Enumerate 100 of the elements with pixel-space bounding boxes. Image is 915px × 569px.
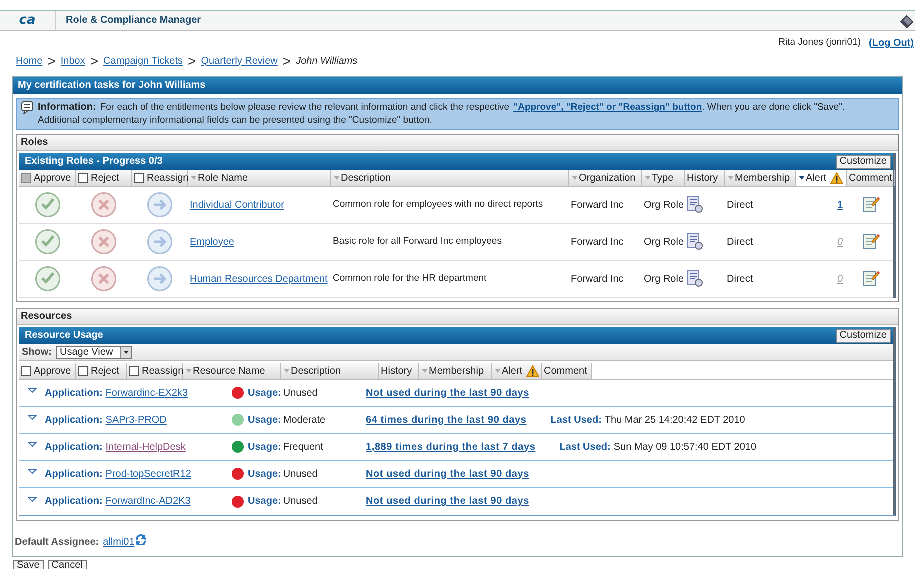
comment-icon[interactable] xyxy=(862,270,880,288)
checkbox[interactable] xyxy=(134,173,144,183)
usage-value: Unused xyxy=(283,495,318,509)
comment-icon[interactable] xyxy=(862,196,880,214)
expand-icon[interactable] xyxy=(28,442,36,447)
warning-icon xyxy=(830,172,843,184)
column-header: Approve xyxy=(34,364,72,378)
history-icon[interactable] xyxy=(687,270,704,288)
expand-icon[interactable] xyxy=(28,415,36,420)
resource-link[interactable]: Internal-HelpDesk xyxy=(106,440,186,454)
usage-value: Moderate xyxy=(283,414,326,428)
history-icon[interactable] xyxy=(687,196,704,214)
app-logo: ca xyxy=(19,14,36,27)
usage-count-link[interactable]: Not used during the last 90 days xyxy=(366,386,530,400)
alert-count-link[interactable]: 1 xyxy=(837,198,843,212)
info-text: . When you are done click "Save". xyxy=(702,101,846,114)
checkbox[interactable] xyxy=(21,366,31,376)
usage-value: Unused xyxy=(283,386,318,400)
expand-icon[interactable] xyxy=(28,469,36,474)
form-button[interactable]: Save xyxy=(13,560,44,569)
checkbox[interactable] xyxy=(78,366,88,376)
message-icon xyxy=(21,101,34,114)
column-header[interactable]: Description xyxy=(341,170,392,186)
role-link[interactable]: Employee xyxy=(190,234,234,250)
resource-type: Application: xyxy=(45,386,103,400)
section-title: Roles xyxy=(21,136,48,150)
role-link[interactable]: Human Resources Department xyxy=(190,272,328,286)
logout-link[interactable]: (Log Out) xyxy=(869,36,914,50)
column-header[interactable]: Type xyxy=(652,170,674,186)
customize-button[interactable]: Customize xyxy=(836,154,891,168)
action-buttons-link[interactable]: "Approve", "Reject" or "Reassign" button xyxy=(514,101,702,114)
breadcrumb-separator: > xyxy=(48,54,56,68)
panel-title: My certification tasks for John Williams xyxy=(18,79,206,93)
comment-icon[interactable] xyxy=(862,233,880,251)
resource-link[interactable]: SAPr3-PROD xyxy=(106,412,167,428)
column-header: Comment xyxy=(544,364,588,378)
resource-link[interactable]: Forwardinc-EX2k3 xyxy=(106,386,188,400)
table-cell-text: Forward Inc xyxy=(571,198,624,212)
eraser-icon xyxy=(899,14,913,28)
checkbox[interactable] xyxy=(78,173,88,183)
resource-link[interactable]: ForwardInc-AD2K3 xyxy=(106,494,191,509)
usage-count-link[interactable]: 64 times during the last 90 days xyxy=(366,412,527,428)
usage-count-link[interactable]: 1,889 times during the last 7 days xyxy=(366,440,536,454)
view-dropdown[interactable]: Usage View xyxy=(56,346,132,358)
history-icon[interactable] xyxy=(687,233,704,251)
column-header: Reassign xyxy=(142,364,184,378)
column-header: Approve xyxy=(34,172,72,186)
expand-icon[interactable] xyxy=(28,496,36,502)
column-header[interactable]: Resource Name xyxy=(193,364,266,378)
table-cell-text: Direct xyxy=(727,272,754,286)
refresh-icon[interactable] xyxy=(134,534,146,545)
usage-label: Usage: xyxy=(248,495,282,509)
breadcrumb-link[interactable]: Campaign Tickets xyxy=(104,54,184,68)
show-label: Show: xyxy=(22,346,52,360)
breadcrumb-link[interactable]: Inbox xyxy=(60,54,86,68)
usage-value: Unused xyxy=(283,468,318,482)
app-title: Role & Compliance Manager xyxy=(66,14,202,28)
column-header[interactable]: Membership xyxy=(429,364,484,378)
column-header: Reassign xyxy=(147,172,189,186)
form-button[interactable]: Cancel xyxy=(48,560,87,569)
checkbox[interactable] xyxy=(129,366,139,376)
warning-icon xyxy=(526,365,539,377)
column-header[interactable]: Membership xyxy=(735,170,790,186)
info-text: Additional complementary informational fields can be presented using the "Customize" button. xyxy=(38,114,434,127)
usage-label: Usage: xyxy=(248,386,282,400)
breadcrumb-link[interactable]: Home xyxy=(16,54,43,68)
resource-link[interactable]: Prod-topSecretR12 xyxy=(106,466,192,482)
approve-button[interactable] xyxy=(34,266,60,292)
table-cell-text: Forward Inc xyxy=(571,236,624,250)
column-header[interactable]: Role Name xyxy=(198,170,248,186)
resource-type: Application: xyxy=(45,468,103,482)
role-link[interactable]: Individual Contributor xyxy=(190,198,284,212)
dropdown-arrow-icon xyxy=(124,350,128,354)
expand-icon[interactable] xyxy=(28,388,36,393)
table-cell-text: Direct xyxy=(727,198,754,212)
usage-count-link[interactable]: Not used during the last 90 days xyxy=(366,494,530,509)
resource-type: Application: xyxy=(45,414,103,428)
table-cell-text: Direct xyxy=(727,236,754,250)
last-used-label: Last Used: xyxy=(560,440,611,454)
table-cell-text: Org Role xyxy=(644,198,684,212)
usage-count-link[interactable]: Not used during the last 90 days xyxy=(366,466,530,482)
breadcrumb-link[interactable]: Quarterly Review xyxy=(201,54,278,68)
usage-label: Usage: xyxy=(248,414,282,428)
last-used-value: Thu Mar 25 14:20:42 EDT 2010 xyxy=(604,414,746,428)
column-header[interactable]: Alert xyxy=(502,364,523,378)
usage-label: Usage: xyxy=(248,468,282,482)
table-cell-text: Common role for the HR department xyxy=(333,272,487,286)
resource-type: Application: xyxy=(45,495,103,509)
breadcrumb-separator: > xyxy=(282,54,292,68)
approve-button[interactable] xyxy=(34,192,60,218)
user-name: Rita Jones (jonri01) xyxy=(778,36,862,50)
approve-button[interactable] xyxy=(34,229,60,255)
assignee-link[interactable]: allmi01 xyxy=(103,535,135,550)
column-header[interactable]: Organization xyxy=(579,170,636,186)
column-header: History xyxy=(687,172,718,186)
section-title: Resources xyxy=(21,310,72,324)
column-header[interactable]: Description xyxy=(291,364,342,378)
customize-button[interactable]: Customize xyxy=(836,328,891,342)
table-cell-text: Org Role xyxy=(644,272,684,286)
table-cell-text: Common role for employees with no direct reports xyxy=(333,198,544,212)
